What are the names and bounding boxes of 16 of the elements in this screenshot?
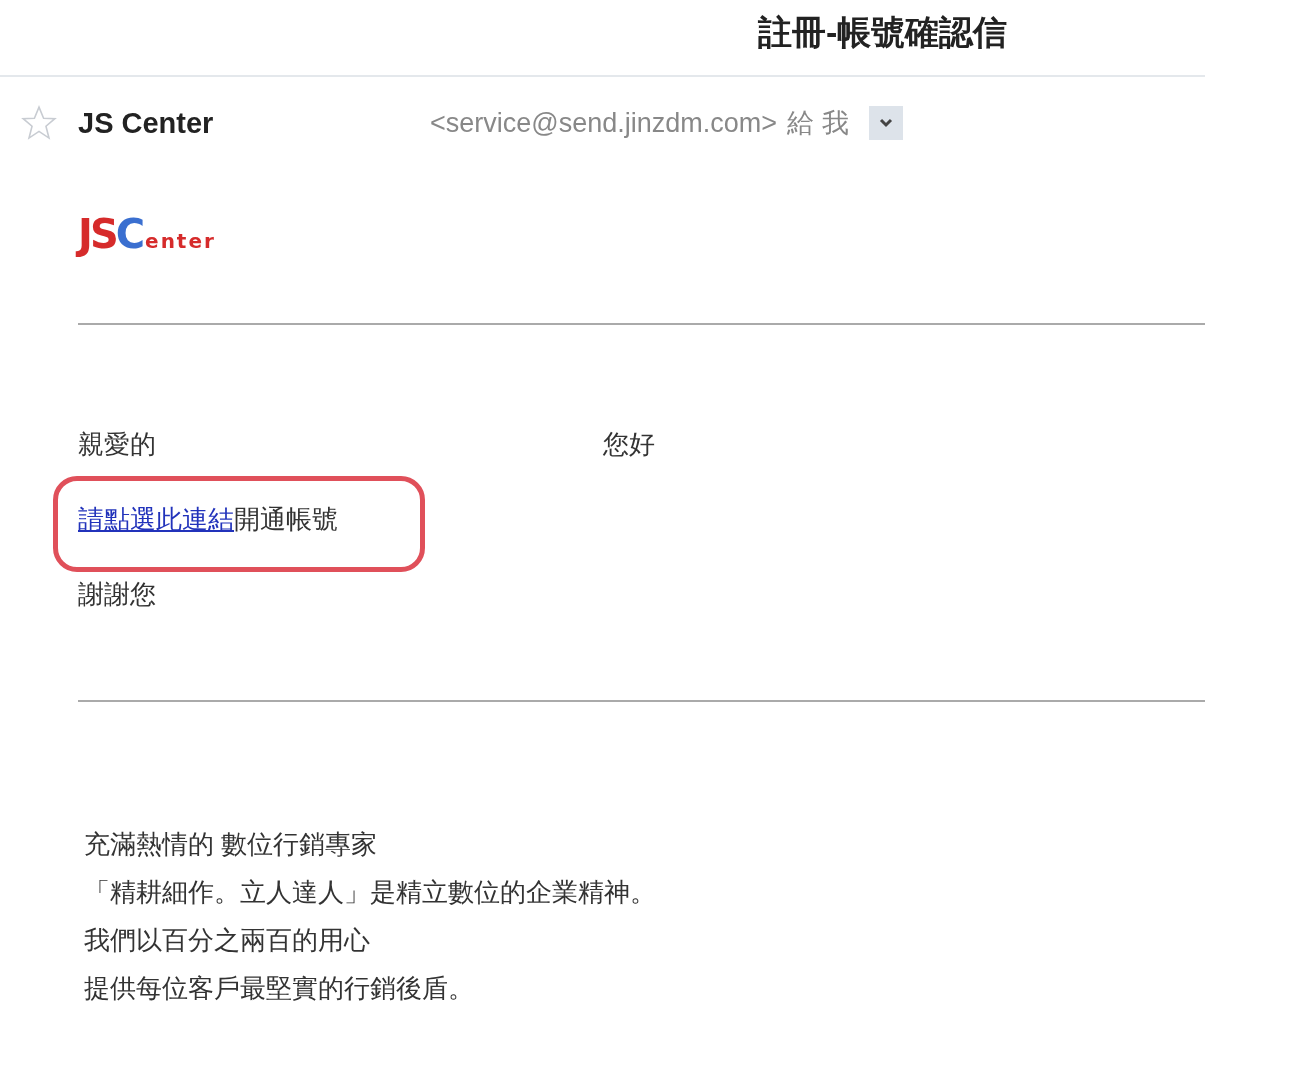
footer-line: 「精耕細作。立人達人」是精立數位的企業精神。	[84, 876, 656, 909]
salutation: 親愛的	[78, 428, 157, 461]
dropdown-button[interactable]	[868, 106, 903, 140]
recipient-label: 給 我	[787, 107, 849, 140]
thanks-text: 謝謝您	[78, 578, 157, 611]
sender-email: <service@send.jinzdm.com>	[430, 107, 778, 139]
email-subject: 註冊-帳號確認信	[758, 13, 1008, 51]
sender-name: JS Center	[78, 106, 215, 140]
activation-sentence: 請點選此連結開通帳號	[78, 504, 338, 534]
chevron-down-icon	[877, 117, 894, 129]
footer-line: 充滿熱情的 數位行銷專家	[84, 828, 378, 861]
greeting-text: 您好	[603, 428, 655, 461]
activation-link[interactable]: 請點選此連結	[78, 504, 234, 534]
footer-line: 提供每位客戶最堅實的行銷後盾。	[84, 972, 474, 1005]
star-icon[interactable]	[20, 104, 58, 142]
footer-line: 我們以百分之兩百的用心	[84, 924, 370, 957]
